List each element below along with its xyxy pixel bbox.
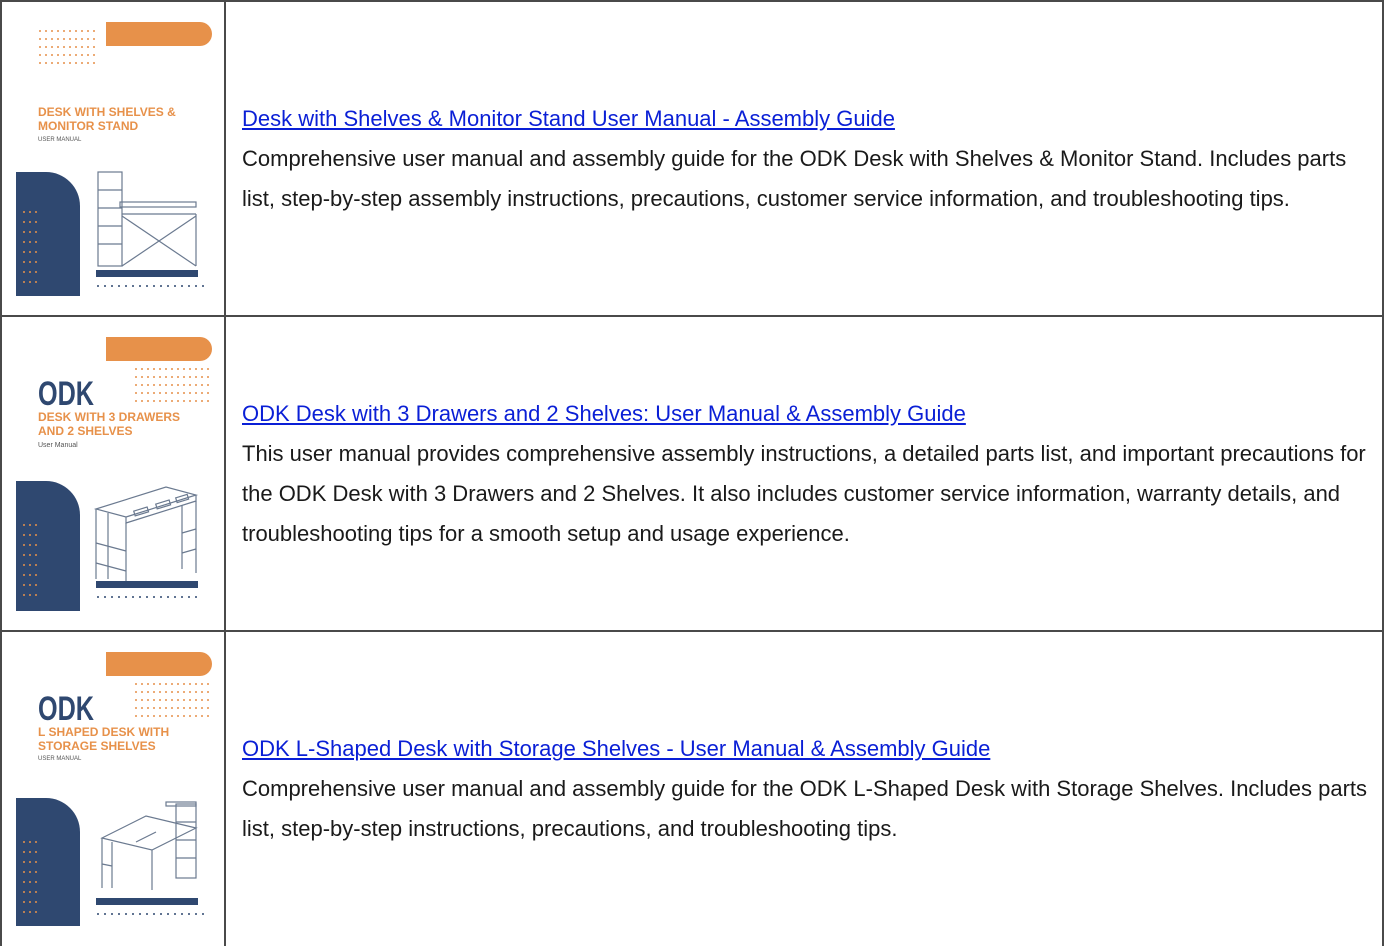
manual-title-link[interactable]: ODK L-Shaped Desk with Storage Shelves -… — [242, 729, 990, 769]
manual-title-link[interactable]: ODK Desk with 3 Drawers and 2 Shelves: U… — [242, 394, 966, 434]
manual-description: This user manual provides comprehensive … — [242, 440, 1366, 546]
cover-navy-arch — [16, 798, 80, 926]
manual-title-link[interactable]: Desk with Shelves & Monitor Stand User M… — [242, 99, 895, 139]
manual-cover-thumbnail[interactable]: ODK DESK WITH 3 DRAWERS AND 2 SHELVES Us… — [16, 336, 212, 611]
cover-brand: ODK — [38, 375, 94, 413]
manual-description: Comprehensive user manual and assembly g… — [242, 145, 1347, 211]
manual-cover-thumbnail[interactable]: DESK WITH SHELVES & MONITOR STAND USER M… — [16, 21, 212, 296]
cover-title-line-1: DESK WITH SHELVES & — [38, 105, 176, 119]
cover-navy-bar — [96, 269, 198, 277]
cover-brand: ODK — [38, 690, 94, 728]
text-cell: ODK Desk with 3 Drawers and 2 Shelves: U… — [224, 315, 1384, 632]
cover-title-line-2: AND 2 SHELVES — [38, 424, 132, 438]
cover-title-line-1: DESK WITH 3 DRAWERS — [38, 410, 180, 424]
thumbnail-cell: ODK DESK WITH 3 DRAWERS AND 2 SHELVES Us… — [0, 315, 226, 632]
text-cell: Desk with Shelves & Monitor Stand User M… — [224, 0, 1384, 317]
cover-navy-arch — [16, 480, 80, 611]
cover-title-line-2: MONITOR STAND — [38, 119, 139, 133]
cover-navy-bar — [96, 898, 198, 905]
list-item: DESK WITH SHELVES & MONITOR STAND USER M… — [0, 0, 1384, 317]
cover-title-line-2: STORAGE SHELVES — [38, 739, 156, 753]
cover-subtitle: User Manual — [38, 442, 78, 449]
list-item: ODK L SHAPED DESK WITH STORAGE SHELVES U… — [0, 630, 1384, 946]
cover-navy-arch — [16, 171, 80, 296]
list-item: ODK DESK WITH 3 DRAWERS AND 2 SHELVES Us… — [0, 315, 1384, 632]
manual-cover-thumbnail[interactable]: ODK L SHAPED DESK WITH STORAGE SHELVES U… — [16, 652, 212, 926]
cover-navy-bar — [96, 580, 198, 588]
thumbnail-cell: DESK WITH SHELVES & MONITOR STAND USER M… — [0, 0, 226, 317]
cover-bottom-dots — [97, 595, 197, 598]
manual-description: Comprehensive user manual and assembly g… — [242, 776, 1368, 841]
thumbnail-cell: ODK L SHAPED DESK WITH STORAGE SHELVES U… — [0, 630, 226, 946]
text-cell: ODK L-Shaped Desk with Storage Shelves -… — [224, 630, 1384, 946]
cover-subtitle: USER MANUAL — [38, 137, 82, 143]
cover-subtitle: USER MANUAL — [38, 756, 82, 762]
cover-title-line-1: L SHAPED DESK WITH — [38, 725, 169, 739]
manual-list: DESK WITH SHELVES & MONITOR STAND USER M… — [0, 0, 1384, 946]
